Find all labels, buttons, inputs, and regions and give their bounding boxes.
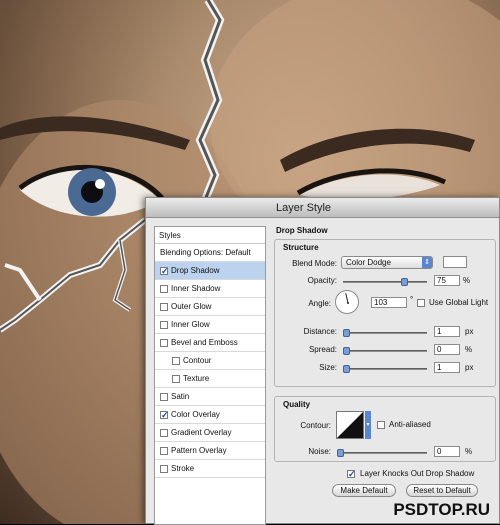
noise-slider-thumb[interactable]	[337, 449, 344, 457]
style-item-label: Blending Options: Default	[160, 247, 251, 257]
make-default-button[interactable]: Make Default	[332, 484, 396, 497]
distance-slider-thumb[interactable]	[343, 329, 350, 337]
anti-aliased-label: Anti-aliased	[389, 420, 431, 429]
style-item-label: Drop Shadow	[171, 265, 220, 275]
spread-field[interactable]: 0	[434, 344, 460, 355]
anti-aliased-checkbox[interactable]	[377, 421, 385, 429]
style-item-label: Texture	[183, 373, 210, 383]
reset-to-default-button[interactable]: Reset to Default	[406, 484, 478, 497]
use-global-light-label: Use Global Light	[429, 298, 489, 307]
blend-mode-value: Color Dodge	[346, 258, 391, 267]
select-arrows-icon: ⇕	[422, 257, 432, 268]
style-item-label: Satin	[171, 391, 190, 401]
style-item-label: Gradient Overlay	[171, 427, 232, 437]
layer-style-dialog: Layer Style Styles Blending Options: Def…	[145, 197, 500, 525]
structure-title: Structure	[283, 243, 319, 252]
angle-unit: °	[410, 295, 414, 304]
use-global-light-checkbox[interactable]	[417, 299, 425, 307]
style-checkbox[interactable]: ✓	[160, 266, 169, 275]
blend-mode-select[interactable]: Color Dodge ⇕	[341, 256, 433, 269]
distance-unit: px	[465, 327, 474, 336]
style-checkbox[interactable]	[160, 446, 168, 455]
style-checkbox[interactable]	[160, 428, 168, 437]
style-checkbox[interactable]	[160, 302, 168, 311]
spread-slider-thumb[interactable]	[343, 347, 350, 355]
button-row: Make Default Reset to Default	[274, 483, 496, 499]
style-checkbox[interactable]	[160, 284, 168, 293]
noise-field[interactable]: 0	[434, 446, 460, 457]
spread-slider[interactable]	[343, 347, 427, 355]
angle-dial-needle	[345, 293, 349, 304]
distance-label: Distance:	[303, 327, 337, 336]
style-item-bevel-and-emboss[interactable]: Bevel and Emboss	[155, 334, 265, 352]
style-item-outer-glow[interactable]: Outer Glow	[155, 298, 265, 316]
shadow-color-swatch[interactable]	[443, 256, 467, 268]
style-item-label: Color Overlay	[171, 409, 220, 419]
style-item-satin[interactable]: Satin	[155, 388, 265, 406]
spread-unit: %	[465, 345, 473, 354]
style-item-label: Pattern Overlay	[171, 445, 227, 455]
opacity-unit: %	[463, 276, 471, 285]
quality-group: Quality Contour: ▾ Anti-aliased Noise: 0…	[274, 396, 496, 462]
style-item-label: Contour	[183, 355, 212, 365]
layer-knocks-out-label: Layer Knocks Out Drop Shadow	[360, 469, 475, 478]
opacity-label: Opacity:	[307, 276, 337, 285]
noise-unit: %	[465, 447, 473, 456]
size-slider-thumb[interactable]	[343, 365, 350, 373]
style-checkbox[interactable]	[160, 392, 168, 401]
size-unit: px	[465, 363, 474, 372]
styles-header[interactable]: Styles	[155, 227, 265, 244]
noise-label: Noise:	[308, 447, 331, 456]
layer-knocks-out-checkbox[interactable]: ✓	[347, 470, 356, 479]
style-item-label: Outer Glow	[171, 301, 212, 311]
style-checkbox[interactable]	[160, 338, 168, 347]
distance-slider[interactable]	[343, 329, 427, 337]
angle-field[interactable]: 103	[371, 297, 407, 308]
size-label: Size:	[319, 363, 337, 372]
style-checkbox[interactable]	[160, 464, 168, 473]
style-item-pattern-overlay[interactable]: Pattern Overlay	[155, 442, 265, 460]
contour-picker[interactable]	[336, 411, 364, 439]
spread-label: Spread:	[308, 345, 337, 354]
style-item-label: Stroke	[171, 463, 195, 473]
style-item-contour[interactable]: Contour	[155, 352, 265, 370]
style-item-drop-shadow[interactable]: ✓ Drop Shadow	[155, 262, 265, 280]
style-checkbox[interactable]: ✓	[160, 410, 169, 419]
styles-list: Styles Blending Options: Default ✓ Drop Sh…	[154, 226, 266, 525]
blend-mode-label: Blend Mode:	[292, 259, 337, 268]
style-item-color-overlay[interactable]: ✓ Color Overlay	[155, 406, 265, 424]
size-field[interactable]: 1	[434, 362, 460, 373]
dialog-title: Layer Style	[146, 198, 499, 218]
style-item-label: Bevel and Emboss	[171, 337, 238, 347]
style-checkbox[interactable]	[160, 320, 168, 329]
opacity-slider-thumb[interactable]	[401, 278, 408, 286]
style-item-texture[interactable]: Texture	[155, 370, 265, 388]
contour-label: Contour:	[300, 421, 331, 430]
distance-field[interactable]: 1	[434, 326, 460, 337]
section-title: Drop Shadow	[276, 226, 328, 235]
style-item-inner-shadow[interactable]: Inner Shadow	[155, 280, 265, 298]
quality-title: Quality	[283, 400, 311, 409]
style-item-blending-options-default[interactable]: Blending Options: Default	[155, 244, 265, 262]
watermark: PSDTOP.RU	[393, 500, 490, 519]
style-item-label: Inner Glow	[171, 319, 210, 329]
drop-shadow-panel: Drop Shadow Structure Blend Mode: Color …	[274, 226, 496, 499]
style-checkbox[interactable]	[172, 356, 180, 365]
style-item-inner-glow[interactable]: Inner Glow	[155, 316, 265, 334]
noise-slider[interactable]	[337, 449, 427, 457]
contour-dropdown-arrow-icon[interactable]: ▾	[365, 411, 371, 439]
angle-label: Angle:	[308, 299, 331, 308]
style-item-label: Inner Shadow	[171, 283, 221, 293]
knocks-out-row: ✓ Layer Knocks Out Drop Shadow	[274, 467, 496, 483]
size-slider[interactable]	[343, 365, 427, 373]
style-checkbox[interactable]	[172, 374, 180, 383]
style-item-gradient-overlay[interactable]: Gradient Overlay	[155, 424, 265, 442]
structure-group: Structure Blend Mode: Color Dodge ⇕ Opac…	[274, 239, 496, 387]
opacity-slider[interactable]	[343, 278, 427, 286]
style-item-stroke[interactable]: Stroke	[155, 460, 265, 478]
opacity-field[interactable]: 75	[434, 275, 460, 286]
contour-curve-icon	[337, 412, 363, 438]
angle-dial[interactable]	[335, 290, 359, 314]
